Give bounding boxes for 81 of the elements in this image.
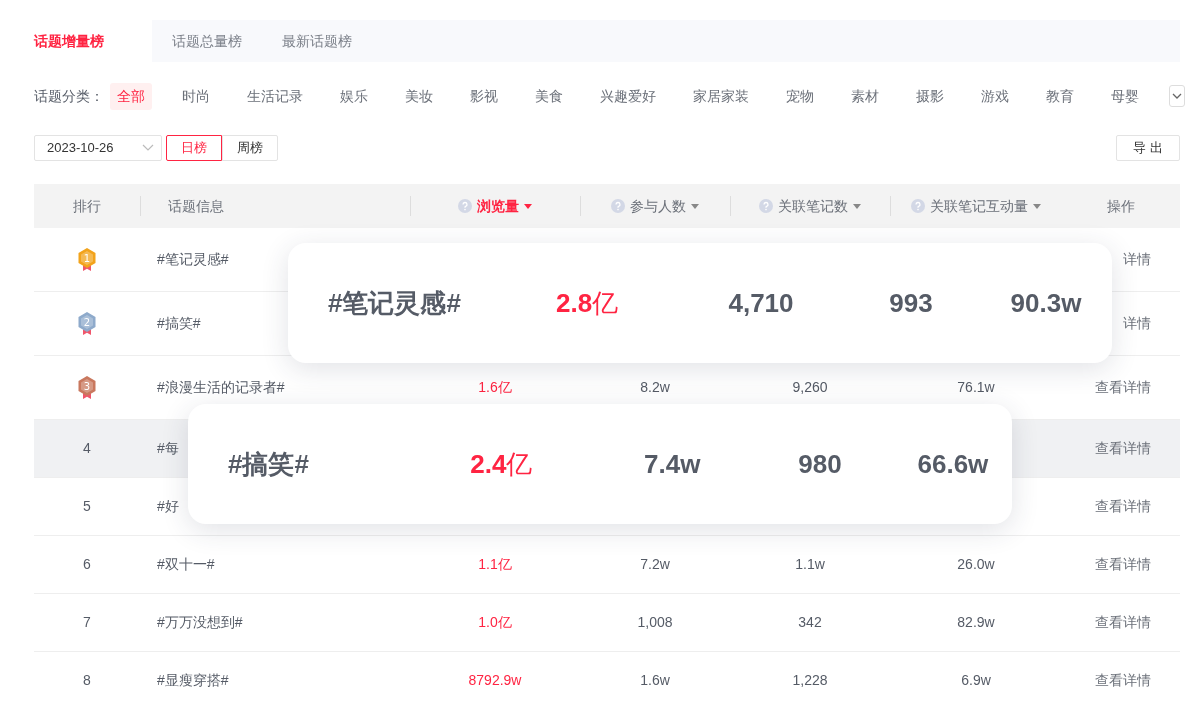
table-cell: 8792.9w <box>468 672 522 688</box>
column-header[interactable]: 话题信息 <box>168 195 224 217</box>
category-tag[interactable]: 宠物 <box>779 82 821 110</box>
topic-name[interactable]: #浪漫生活的记录者# <box>157 379 285 395</box>
topic-name[interactable]: #显瘦穿搭# <box>157 672 229 688</box>
table-cell: 7.2w <box>640 556 670 572</box>
category-tag[interactable]: 母婴 <box>1104 82 1146 110</box>
column-header[interactable]: 排行 <box>73 195 101 217</box>
table-cell: 1,008 <box>637 614 673 630</box>
category-tag[interactable]: 美食 <box>528 82 570 110</box>
category-tag[interactable]: 教育 <box>1039 82 1081 110</box>
table-cell: 1.1亿 <box>478 556 512 572</box>
rank-number: 4 <box>83 439 91 458</box>
tab[interactable]: 最新话题榜 <box>262 20 372 62</box>
rank-number: 7 <box>83 613 91 632</box>
date-field[interactable]: 2023-10-26 <box>34 135 162 161</box>
table-cell: 342 <box>798 614 822 630</box>
category-tag[interactable]: 影视 <box>463 82 505 110</box>
topic-name[interactable]: #每 <box>157 440 179 456</box>
table-cell: 6.9w <box>961 672 991 688</box>
category-tag[interactable]: 摄影 <box>909 82 951 110</box>
category-tag[interactable]: 全部 <box>110 82 152 110</box>
card-views: 2.8亿 <box>556 286 620 320</box>
details-link[interactable]: 查看详情 <box>1095 498 1151 514</box>
export-button[interactable]: 导 出 <box>1116 135 1180 161</box>
details-link[interactable]: 详情 <box>1123 251 1151 267</box>
table-cell: 76.1w <box>957 379 995 395</box>
period-tab[interactable]: 日榜 <box>166 135 222 161</box>
tab[interactable]: 话题总量榜 <box>152 20 262 62</box>
details-link[interactable]: 查看详情 <box>1095 440 1151 456</box>
rank-medal: 2 <box>76 311 98 336</box>
topic-name[interactable]: #笔记灵感# <box>157 251 229 267</box>
topic-name[interactable]: #万万没想到# <box>157 614 243 630</box>
category-tag[interactable]: 美妆 <box>398 82 440 110</box>
rank-number: 5 <box>83 497 91 516</box>
details-link[interactable]: 查看详情 <box>1095 556 1151 572</box>
card-number: 7.4w <box>643 447 702 481</box>
rank-medal: 1 <box>76 247 98 272</box>
table-cell: 9,260 <box>792 379 828 395</box>
table-cell: 8.2w <box>640 379 670 395</box>
table-cell: 1.0亿 <box>478 614 512 630</box>
category-tag[interactable]: 生活记录 <box>240 82 310 110</box>
table-cell: 1,228 <box>792 672 828 688</box>
tab[interactable]: 话题增量榜 <box>34 20 152 62</box>
rank-number: 6 <box>83 555 91 574</box>
topic-name[interactable]: #好 <box>157 498 179 514</box>
period-tab[interactable]: 周榜 <box>222 135 278 161</box>
category-tag[interactable]: 家居家装 <box>686 82 756 110</box>
card-views: 2.4亿 <box>470 447 534 481</box>
card-topic: #搞笑# <box>228 447 310 481</box>
column-header[interactable]: 关联笔记互动量 <box>930 195 1028 217</box>
details-link[interactable]: 详情 <box>1123 315 1151 331</box>
card-number: 66.6w <box>916 447 990 481</box>
category-tag[interactable]: 素材 <box>844 82 886 110</box>
category-tag[interactable]: 娱乐 <box>333 82 375 110</box>
column-header[interactable]: 参与人数 <box>630 195 686 217</box>
table-cell: 82.9w <box>957 614 995 630</box>
topic-name[interactable]: #双十一# <box>157 556 215 572</box>
column-header[interactable]: 关联笔记数 <box>778 195 848 217</box>
rank-medal: 3 <box>76 375 98 400</box>
table-cell: 1.6亿 <box>478 379 512 395</box>
expand-button[interactable] <box>1169 85 1185 107</box>
topic-name[interactable]: #搞笑# <box>157 315 201 331</box>
table-cell: 26.0w <box>957 556 995 572</box>
card-number: 4,710 <box>727 286 795 320</box>
table-cell: 1.1w <box>795 556 825 572</box>
category-tag[interactable]: 兴趣爱好 <box>593 82 663 110</box>
category-tag[interactable]: 时尚 <box>175 82 217 110</box>
details-link[interactable]: 查看详情 <box>1095 672 1151 688</box>
card-topic: #笔记灵感# <box>328 286 462 320</box>
category-tag[interactable]: 游戏 <box>974 82 1016 110</box>
card-number: 980 <box>797 447 843 481</box>
rank-number: 8 <box>83 671 91 689</box>
card-number: 993 <box>888 286 934 320</box>
details-link[interactable]: 查看详情 <box>1095 614 1151 630</box>
card-number: 90.3w <box>1009 286 1083 320</box>
filter-label: 话题分类： <box>34 86 104 106</box>
column-header[interactable]: 浏览量 <box>477 195 519 217</box>
column-header[interactable]: 操作 <box>1107 195 1135 217</box>
table-cell: 1.6w <box>640 672 670 688</box>
details-link[interactable]: 查看详情 <box>1095 379 1151 395</box>
